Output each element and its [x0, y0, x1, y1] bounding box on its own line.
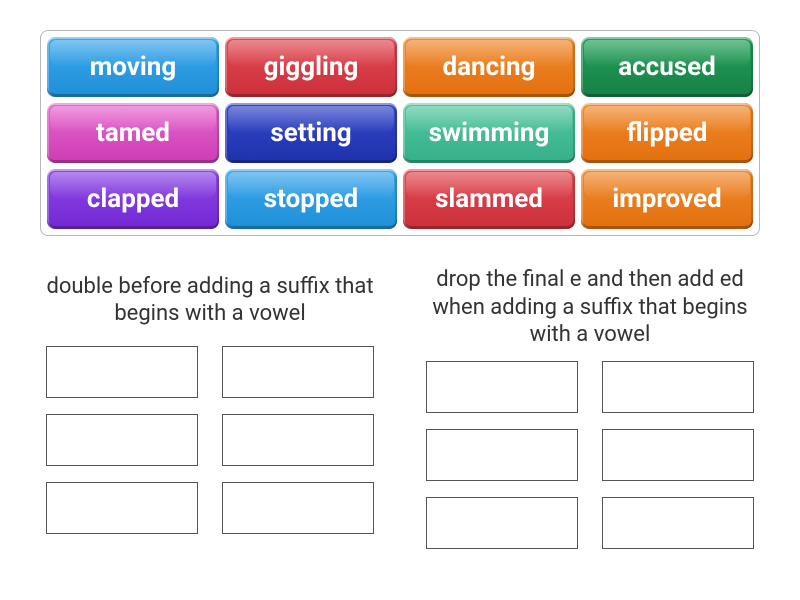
- word-tile[interactable]: flipped: [581, 103, 753, 163]
- word-tile[interactable]: clapped: [47, 169, 219, 229]
- drop-slot[interactable]: [602, 429, 754, 481]
- group-slots: [426, 361, 754, 549]
- activity-stage: moving giggling dancing accused tamed se…: [0, 0, 800, 600]
- word-tile[interactable]: slammed: [403, 169, 575, 229]
- word-tile[interactable]: moving: [47, 37, 219, 97]
- drop-slot[interactable]: [426, 497, 578, 549]
- group-double: double before adding a suffix that begin…: [40, 266, 380, 549]
- drop-slot[interactable]: [46, 346, 198, 398]
- tile-bin: moving giggling dancing accused tamed se…: [40, 30, 760, 236]
- drop-slot[interactable]: [426, 429, 578, 481]
- word-tile[interactable]: tamed: [47, 103, 219, 163]
- word-tile[interactable]: stopped: [225, 169, 397, 229]
- word-tile[interactable]: giggling: [225, 37, 397, 97]
- group-title: drop the final e and then add ed when ad…: [420, 266, 760, 349]
- drop-slot[interactable]: [46, 482, 198, 534]
- word-tile[interactable]: swimming: [403, 103, 575, 163]
- drop-slot[interactable]: [602, 497, 754, 549]
- group-drop-e: drop the final e and then add ed when ad…: [420, 266, 760, 549]
- word-tile[interactable]: accused: [581, 37, 753, 97]
- group-slots: [46, 346, 374, 534]
- word-tile[interactable]: improved: [581, 169, 753, 229]
- drop-groups: double before adding a suffix that begin…: [40, 266, 760, 549]
- drop-slot[interactable]: [426, 361, 578, 413]
- drop-slot[interactable]: [602, 361, 754, 413]
- drop-slot[interactable]: [46, 414, 198, 466]
- drop-slot[interactable]: [222, 346, 374, 398]
- drop-slot[interactable]: [222, 414, 374, 466]
- word-tile[interactable]: dancing: [403, 37, 575, 97]
- drop-slot[interactable]: [222, 482, 374, 534]
- word-tile[interactable]: setting: [225, 103, 397, 163]
- group-title: double before adding a suffix that begin…: [40, 266, 380, 334]
